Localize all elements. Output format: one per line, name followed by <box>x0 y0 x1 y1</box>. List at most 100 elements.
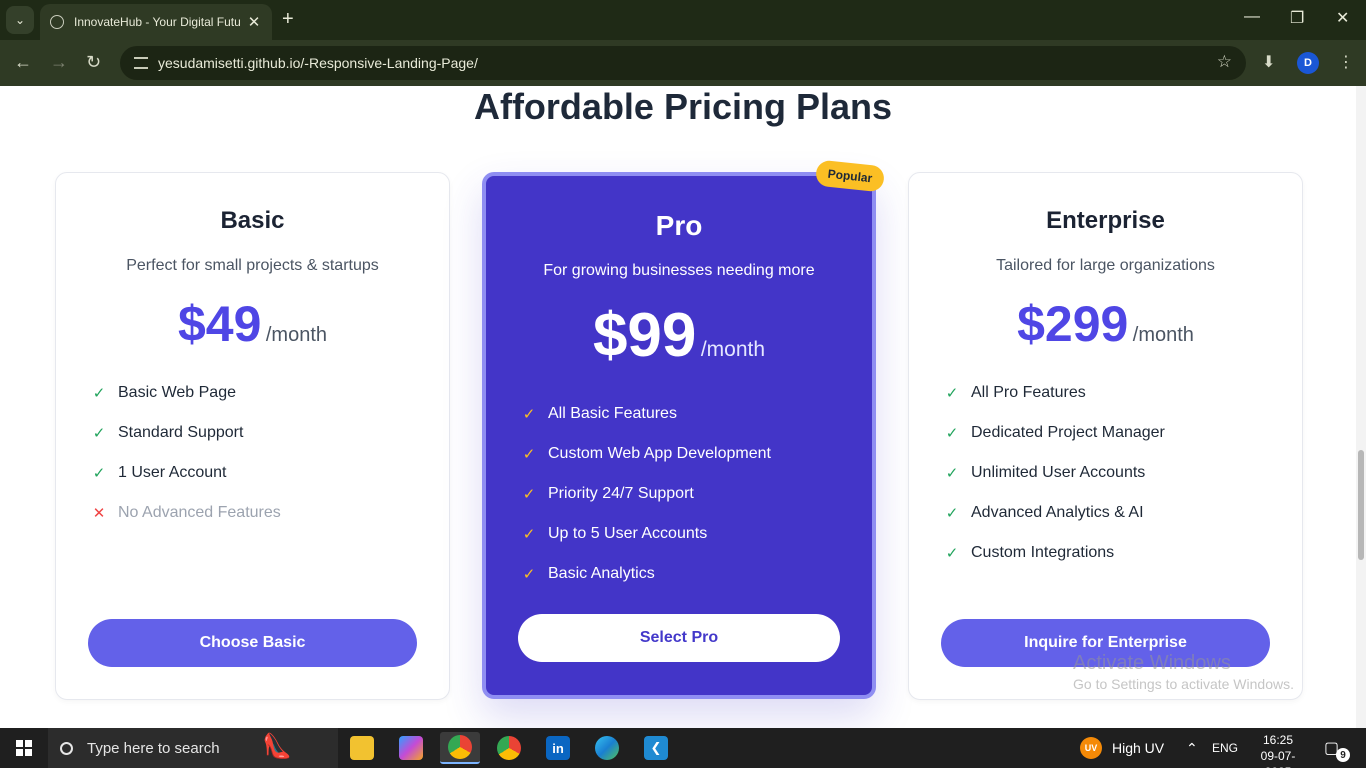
address-bar-row: ← → ↻ yesudamisetti.github.io/-Responsiv… <box>0 40 1366 86</box>
feature-text: Basic Analytics <box>548 565 655 582</box>
feature-item: ✓ Custom Integrations <box>943 533 1165 573</box>
check-icon: ✓ <box>522 446 536 463</box>
feature-text: Unlimited User Accounts <box>971 464 1146 481</box>
windows-start-icon[interactable] <box>16 740 32 756</box>
plan-price: $299 /month <box>909 295 1302 353</box>
minimize-icon[interactable]: — <box>1244 8 1260 26</box>
pricing-heading: Affordable Pricing Plans <box>473 86 893 127</box>
reload-icon[interactable]: ↻ <box>86 52 101 73</box>
plan-price: $99 /month <box>486 300 872 371</box>
price-amount: $99 <box>592 301 697 370</box>
search-placeholder: Type here to search <box>87 739 220 757</box>
browser-tab-bar: ⌄ InnovateHub - Your Digital Futu ✕ + — … <box>0 0 1366 40</box>
scrollbar-thumb[interactable] <box>1358 450 1364 560</box>
plan-name: Basic <box>220 207 285 234</box>
check-icon: ✓ <box>945 505 959 522</box>
language-indicator[interactable]: ENG <box>1212 728 1238 768</box>
feature-list: ✓ All Pro Features ✓ Dedicated Project Man… <box>943 373 1165 573</box>
feature-item: ✓ Basic Analytics <box>520 554 771 594</box>
weather-text: High UV <box>1112 740 1165 756</box>
close-tab-icon[interactable]: ✕ <box>246 13 262 31</box>
download-icon[interactable]: ⬇ <box>1262 52 1275 72</box>
url-text: yesudamisetti.github.io/-Responsive-Land… <box>158 55 478 71</box>
feature-item: ✓ 1 User Account <box>90 453 281 493</box>
feature-item: ✓ All Basic Features <box>520 394 771 434</box>
url-bar[interactable]: yesudamisetti.github.io/-Responsive-Land… <box>120 46 1246 80</box>
feature-text: Up to 5 User Accounts <box>548 525 708 542</box>
vscode-icon[interactable]: ❮ <box>636 732 676 764</box>
check-icon: ✓ <box>92 465 106 482</box>
price-amount: $299 <box>1017 296 1129 352</box>
uv-icon: UV <box>1080 737 1102 759</box>
file-explorer-icon[interactable] <box>342 732 382 764</box>
notification-center-icon[interactable]: ▢ 9 <box>1324 738 1350 762</box>
cross-icon: ✕ <box>92 505 106 522</box>
page-viewport: Affordable Pricing Plans Basic Perfect f… <box>0 86 1366 728</box>
clock-date: 09-07-2025 <box>1260 749 1296 768</box>
restore-icon[interactable]: ❐ <box>1290 8 1304 28</box>
feature-item: ✓ Basic Web Page <box>90 373 281 413</box>
feature-text: Basic Web Page <box>118 384 236 401</box>
check-icon: ✓ <box>945 425 959 442</box>
windows-taskbar: Type here to search 👠 in ❮ UV High UV ⌃ … <box>0 728 1366 768</box>
feature-text: Custom Web App Development <box>548 445 771 462</box>
select-pro-button[interactable]: Select Pro <box>518 614 840 662</box>
feature-item: ✓ Advanced Analytics & AI <box>943 493 1165 533</box>
check-icon: ✓ <box>522 526 536 543</box>
feature-text: No Advanced Features <box>118 504 281 521</box>
feature-item: ✓ Up to 5 User Accounts <box>520 514 771 554</box>
feature-text: Advanced Analytics & AI <box>971 504 1144 521</box>
new-tab-button[interactable]: + <box>282 8 294 31</box>
price-period: /month <box>1132 324 1194 346</box>
feature-text: Standard Support <box>118 424 244 441</box>
price-period: /month <box>700 338 766 361</box>
chrome-icon[interactable] <box>489 732 529 764</box>
check-icon: ✓ <box>92 425 106 442</box>
back-icon[interactable]: ← <box>14 52 32 73</box>
linkedin-icon[interactable]: in <box>538 732 578 764</box>
feature-text: All Pro Features <box>971 384 1086 401</box>
check-icon: ✓ <box>945 465 959 482</box>
feature-item: ✓ Unlimited User Accounts <box>943 453 1165 493</box>
feature-item: ✕ No Advanced Features <box>90 493 281 533</box>
copilot-icon[interactable] <box>391 732 431 764</box>
edge-icon[interactable] <box>587 732 627 764</box>
search-icon <box>60 741 73 755</box>
tray-chevron-up-icon[interactable]: ⌃ <box>1186 728 1198 768</box>
search-highlight-icon: 👠 <box>262 733 292 760</box>
plan-name: Pro <box>655 210 703 241</box>
bookmark-star-icon[interactable]: ☆ <box>1217 52 1232 72</box>
plan-description: Tailored for large organizations <box>996 257 1215 274</box>
feature-text: Dedicated Project Manager <box>971 424 1165 441</box>
forward-icon[interactable]: → <box>50 52 68 73</box>
feature-item: ✓ Standard Support <box>90 413 281 453</box>
page-scrollbar[interactable] <box>1356 86 1366 728</box>
feature-list: ✓ Basic Web Page ✓ Standard Support ✓ 1 Use… <box>90 373 281 533</box>
plan-description: Perfect for small projects & startups <box>126 257 379 274</box>
browser-tab[interactable]: InnovateHub - Your Digital Futu ✕ <box>40 4 272 40</box>
check-icon: ✓ <box>945 385 959 402</box>
price-period: /month <box>265 324 328 346</box>
feature-item: ✓ Custom Web App Development <box>520 434 771 474</box>
feature-text: Custom Integrations <box>971 544 1115 561</box>
tab-search-button[interactable]: ⌄ <box>6 6 34 34</box>
choose-basic-button[interactable]: Choose Basic <box>88 619 417 667</box>
window-close-icon[interactable]: ✕ <box>1336 8 1349 28</box>
plan-price: $49 /month <box>56 295 449 353</box>
check-icon: ✓ <box>522 566 536 583</box>
chrome-profile-icon[interactable] <box>440 732 480 764</box>
browser-menu-icon[interactable]: ⋮ <box>1338 52 1354 72</box>
plan-card-enterprise: Enterprise Tailored for large organizati… <box>908 172 1303 700</box>
taskbar-search[interactable]: Type here to search 👠 <box>48 728 338 768</box>
price-amount: $49 <box>177 296 262 352</box>
globe-icon <box>50 15 64 29</box>
feature-item: ✓ Dedicated Project Manager <box>943 413 1165 453</box>
notification-count: 9 <box>1336 748 1350 762</box>
site-info-icon[interactable] <box>134 57 148 69</box>
profile-avatar[interactable]: D <box>1297 52 1319 74</box>
weather-widget[interactable]: UV High UV <box>1080 728 1164 768</box>
system-clock[interactable]: 16:25 09-07-2025 <box>1248 732 1308 768</box>
check-icon: ✓ <box>92 385 106 402</box>
feature-text: All Basic Features <box>548 405 677 422</box>
feature-item: ✓ All Pro Features <box>943 373 1165 413</box>
